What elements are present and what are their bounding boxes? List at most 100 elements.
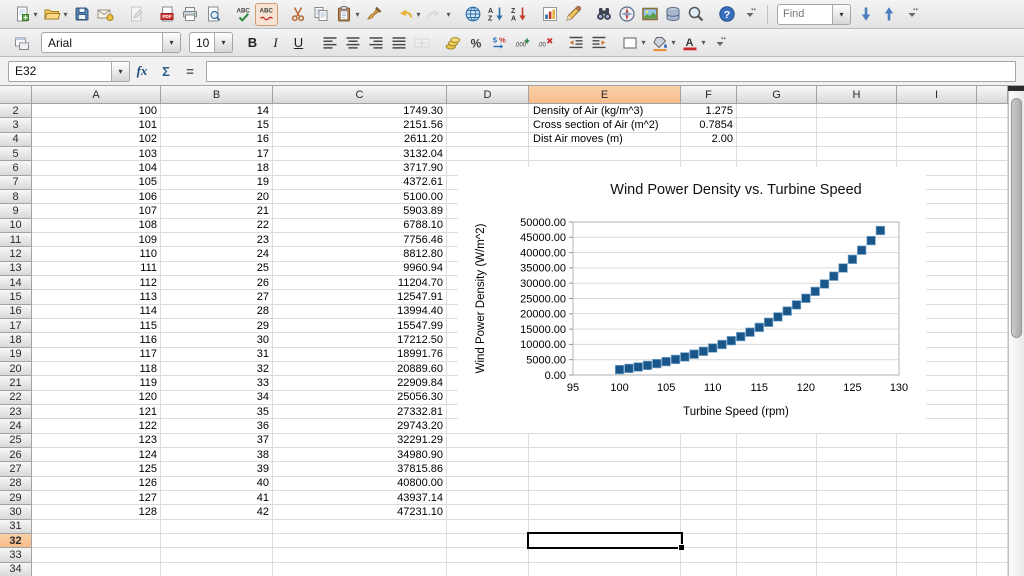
cell-C17[interactable]: 15547.99 (273, 319, 447, 333)
cell-E33[interactable] (529, 548, 681, 562)
font-color-button[interactable]: A (678, 31, 701, 54)
cell-F32[interactable] (681, 534, 737, 548)
format-currency-button[interactable] (441, 31, 464, 54)
sort-descending-button[interactable]: ZA (507, 3, 530, 26)
cell-pad-18[interactable] (977, 333, 1008, 347)
cell-pad-7[interactable] (977, 176, 1008, 190)
font-color-dropdown-icon[interactable]: ▾ (699, 38, 708, 47)
cell-pad-13[interactable] (977, 262, 1008, 276)
row-header-33[interactable]: 33 (0, 548, 32, 562)
formula-button[interactable]: = (178, 64, 202, 79)
cell-C19[interactable]: 18991.76 (273, 348, 447, 362)
add-decimal-button[interactable]: .000 (510, 31, 533, 54)
cell-B12[interactable]: 24 (161, 247, 273, 261)
cell-D3[interactable] (447, 118, 529, 132)
cell-B4[interactable]: 16 (161, 133, 273, 147)
open-folder-button[interactable] (40, 3, 63, 26)
cell-I33[interactable] (897, 548, 977, 562)
cell-A11[interactable]: 109 (32, 233, 161, 247)
cell-E26[interactable] (529, 448, 681, 462)
cell-C12[interactable]: 8812.80 (273, 247, 447, 261)
cell-G4[interactable] (737, 133, 817, 147)
cell-G5[interactable] (737, 147, 817, 161)
cell-pad-33[interactable] (977, 548, 1008, 562)
cell-C22[interactable]: 25056.30 (273, 391, 447, 405)
cell-G33[interactable] (737, 548, 817, 562)
cell-H32[interactable] (817, 534, 897, 548)
cell-F27[interactable] (681, 462, 737, 476)
cell-F33[interactable] (681, 548, 737, 562)
cell-pad-15[interactable] (977, 290, 1008, 304)
cell-I28[interactable] (897, 477, 977, 491)
row-header-32[interactable]: 32 (0, 534, 32, 548)
cell-pad-2[interactable] (977, 104, 1008, 118)
cell-I30[interactable] (897, 505, 977, 519)
cell-F2[interactable]: 1.275 (681, 104, 737, 118)
find-toolbar-overflow-button[interactable] (900, 3, 923, 26)
cell-D5[interactable] (447, 147, 529, 161)
row-header-23[interactable]: 23 (0, 405, 32, 419)
background-color-dropdown-icon[interactable]: ▾ (669, 38, 678, 47)
cell-B7[interactable]: 19 (161, 176, 273, 190)
cell-B32[interactable] (161, 534, 273, 548)
cell-H31[interactable] (817, 520, 897, 534)
row-header-21[interactable]: 21 (0, 376, 32, 390)
cell-A31[interactable] (32, 520, 161, 534)
cell-pad-32[interactable] (977, 534, 1008, 548)
cell-pad-21[interactable] (977, 376, 1008, 390)
cell-C8[interactable]: 5100.00 (273, 190, 447, 204)
cell-C21[interactable]: 22909.84 (273, 376, 447, 390)
cell-selection-e32[interactable] (527, 532, 683, 549)
cell-C16[interactable]: 13994.40 (273, 305, 447, 319)
cell-A6[interactable]: 104 (32, 161, 161, 175)
cell-A26[interactable]: 124 (32, 448, 161, 462)
open-folder-dropdown-icon[interactable]: ▾ (61, 10, 70, 19)
font-name-combo[interactable]: Arial ▾ (41, 32, 181, 53)
formula-input[interactable] (206, 61, 1016, 82)
row-header-2[interactable]: 2 (0, 104, 32, 118)
new-document-dropdown-icon[interactable]: ▾ (31, 10, 40, 19)
row-header-15[interactable]: 15 (0, 290, 32, 304)
cell-C26[interactable]: 34980.90 (273, 448, 447, 462)
cell-B22[interactable]: 34 (161, 391, 273, 405)
cell-F28[interactable] (681, 477, 737, 491)
cell-H33[interactable] (817, 548, 897, 562)
row-header-24[interactable]: 24 (0, 419, 32, 433)
cell-pad-23[interactable] (977, 405, 1008, 419)
selection-fill-handle[interactable] (678, 544, 684, 550)
cell-H28[interactable] (817, 477, 897, 491)
cell-D33[interactable] (447, 548, 529, 562)
cell-A32[interactable] (32, 534, 161, 548)
export-pdf-button[interactable]: PDF (155, 3, 178, 26)
column-header-H[interactable]: H (817, 86, 897, 104)
cell-A28[interactable]: 126 (32, 477, 161, 491)
cell-A20[interactable]: 118 (32, 362, 161, 376)
cell-H4[interactable] (817, 133, 897, 147)
cell-B28[interactable]: 40 (161, 477, 273, 491)
cell-pad-24[interactable] (977, 419, 1008, 433)
row-header-18[interactable]: 18 (0, 333, 32, 347)
column-header-I[interactable]: I (897, 86, 977, 104)
column-header-A[interactable]: A (32, 86, 161, 104)
split-handle[interactable] (1008, 86, 1024, 91)
cell-A18[interactable]: 116 (32, 333, 161, 347)
cell-B24[interactable]: 36 (161, 419, 273, 433)
align-left-button[interactable] (318, 31, 341, 54)
cell-F25[interactable] (681, 434, 737, 448)
cell-C34[interactable] (273, 563, 447, 576)
cell-A22[interactable]: 120 (32, 391, 161, 405)
cell-pad-9[interactable] (977, 204, 1008, 218)
cell-pad-29[interactable] (977, 491, 1008, 505)
cell-C2[interactable]: 1749.30 (273, 104, 447, 118)
cell-H25[interactable] (817, 434, 897, 448)
cell-I29[interactable] (897, 491, 977, 505)
cell-pad-34[interactable] (977, 563, 1008, 576)
cell-pad-4[interactable] (977, 133, 1008, 147)
cell-D4[interactable] (447, 133, 529, 147)
cell-G28[interactable] (737, 477, 817, 491)
cell-B16[interactable]: 28 (161, 305, 273, 319)
cell-F29[interactable] (681, 491, 737, 505)
cell-F26[interactable] (681, 448, 737, 462)
cell-G30[interactable] (737, 505, 817, 519)
cell-B26[interactable]: 38 (161, 448, 273, 462)
